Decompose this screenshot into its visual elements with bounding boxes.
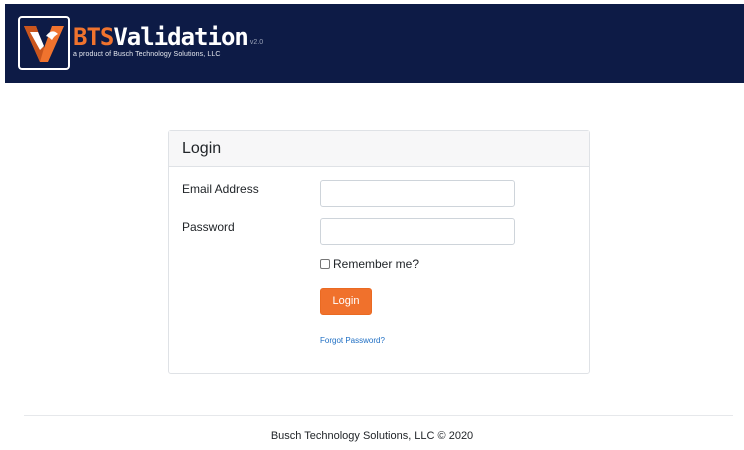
remember-me-label: Remember me? [333,257,420,271]
email-input[interactable] [320,180,515,207]
page-footer: Busch Technology Solutions, LLC © 2020 [0,430,744,442]
logo-tagline: a product of Busch Technology Solutions,… [73,51,221,58]
logo-brand-name: Validation [113,23,248,51]
brand-logo[interactable]: BTS Validation v2.0 a product of Busch Tec… [18,16,263,70]
top-navbar: BTS Validation v2.0 a product of Busch Tec… [5,4,744,83]
logo-brand-accent: BTS [73,23,114,51]
remember-me-option[interactable]: Remember me? [320,257,419,271]
forgot-password-link[interactable]: Forgot Password? [320,336,385,345]
password-input[interactable] [320,218,515,245]
login-card-header: Login [169,131,589,167]
password-label: Password [182,220,235,234]
login-card: Login Email Address Password Remember me… [168,130,590,374]
login-title: Login [182,139,222,157]
email-label: Email Address [182,182,259,196]
footer-divider [24,415,733,416]
remember-me-checkbox[interactable] [320,259,330,269]
logo-wordmark: BTS Validation v2.0 a product of Busch Tec… [73,25,263,58]
logo-version: v2.0 [249,39,264,46]
login-button[interactable]: Login [320,288,372,315]
bts-v-logo-icon [18,16,70,70]
footer-copyright: Busch Technology Solutions, LLC © 2020 [270,430,474,442]
